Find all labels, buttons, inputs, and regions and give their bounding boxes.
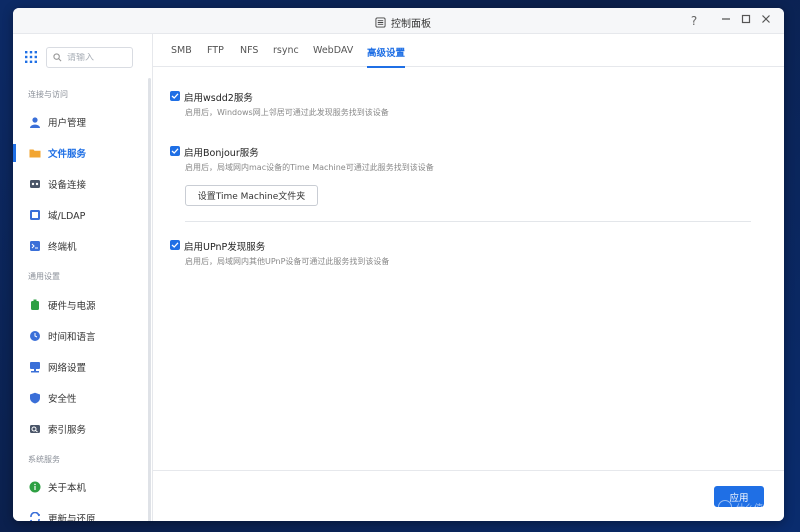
bonjour-description: 启用后，局域网内mac设备的Time Machine可通过此服务找到该设备	[185, 163, 434, 172]
sidebar-scrollbar[interactable]	[148, 78, 151, 521]
title-bar: 控制面板 ?	[13, 8, 784, 34]
tab-advanced[interactable]: 高级设置	[367, 45, 406, 68]
search-icon	[53, 53, 62, 62]
update-icon	[30, 512, 40, 521]
check-icon	[171, 148, 179, 154]
wsdd2-label: 启用wsdd2服务	[184, 93, 253, 104]
sidebar-item-label: 用户管理	[48, 118, 87, 129]
window-title: 控制面板	[375, 15, 431, 30]
footer: 应用	[153, 470, 784, 521]
sidebar-item-hardware[interactable]: 硬件与电源	[13, 291, 148, 319]
sidebar-item-label: 终端机	[48, 242, 77, 253]
sidebar-item-update[interactable]: 更新与还原	[13, 504, 148, 521]
control-panel-icon	[375, 17, 386, 28]
search-input[interactable]	[67, 52, 127, 63]
tab-rsync[interactable]: rsync	[273, 45, 299, 63]
check-icon	[171, 242, 179, 248]
tab-nfs[interactable]: NFS	[240, 45, 258, 63]
close-icon	[762, 15, 770, 23]
sidebar-item-label: 文件服务	[48, 149, 87, 160]
tab-bar: SMB FTP NFS rsync WebDAV 高级设置	[153, 34, 784, 68]
divider	[185, 221, 751, 222]
sidebar-item-users[interactable]: 用户管理	[13, 108, 148, 136]
sidebar: 连接与访问 用户管理 文件服务 设备连接 域/LDAP	[13, 34, 153, 521]
tab-smb[interactable]: SMB	[171, 45, 192, 63]
sidebar-item-ldap[interactable]: 域/LDAP	[13, 201, 148, 229]
upnp-description: 启用后，局域网内其他UPnP设备可通过此服务找到该设备	[185, 257, 390, 266]
sidebar-item-label: 安全性	[48, 394, 77, 405]
sidebar-item-label: 更新与还原	[48, 514, 96, 521]
sidebar-item-network[interactable]: 网络设置	[13, 353, 148, 381]
index-icon	[30, 425, 40, 433]
maximize-icon	[741, 14, 751, 24]
network-icon	[30, 362, 40, 373]
upnp-checkbox[interactable]	[170, 240, 180, 250]
section-connection: 连接与访问	[28, 90, 68, 99]
sidebar-item-label: 索引服务	[48, 425, 87, 436]
hardware-icon	[31, 299, 39, 310]
time-machine-folder-button[interactable]: 设置Time Machine文件夹	[185, 185, 318, 206]
upnp-label: 启用UPnP发现服务	[184, 242, 266, 253]
clock-icon	[30, 331, 40, 341]
sidebar-item-time[interactable]: 时间和语言	[13, 322, 148, 350]
window-title-text: 控制面板	[391, 19, 431, 30]
sidebar-search[interactable]	[46, 47, 133, 68]
user-icon	[30, 117, 40, 128]
section-general: 通用设置	[28, 272, 60, 281]
device-icon	[30, 180, 40, 188]
minimize-button[interactable]	[718, 13, 734, 29]
sidebar-item-label: 时间和语言	[48, 332, 96, 343]
sidebar-item-about[interactable]: 关于本机	[13, 473, 148, 501]
folder-icon	[29, 149, 41, 158]
help-button[interactable]: ?	[686, 13, 702, 29]
sidebar-item-label: 网络设置	[48, 363, 87, 374]
close-button[interactable]	[758, 13, 774, 29]
sidebar-item-label: 域/LDAP	[48, 211, 86, 222]
bonjour-checkbox[interactable]	[170, 146, 180, 156]
apps-grid-icon[interactable]	[25, 51, 37, 63]
sidebar-item-security[interactable]: 安全性	[13, 384, 148, 412]
wsdd2-description: 启用后，Windows网上邻居可通过此发现服务找到该设备	[185, 108, 389, 117]
info-icon	[29, 481, 41, 493]
wsdd2-checkbox[interactable]	[170, 91, 180, 101]
maximize-button[interactable]	[738, 13, 754, 29]
terminal-icon	[30, 241, 40, 251]
domain-icon	[30, 210, 40, 220]
tab-ftp[interactable]: FTP	[207, 45, 224, 63]
watermark: 什么值得买	[718, 500, 781, 514]
section-system: 系统服务	[28, 455, 60, 464]
sidebar-item-index[interactable]: 索引服务	[13, 415, 148, 443]
sidebar-item-label: 硬件与电源	[48, 301, 96, 312]
minimize-icon	[722, 18, 730, 20]
sidebar-item-label: 设备连接	[48, 180, 87, 191]
control-panel-window: 控制面板 ? 连接与访问	[13, 8, 784, 521]
tab-webdav[interactable]: WebDAV	[313, 45, 353, 63]
check-icon	[171, 93, 179, 99]
shield-icon	[30, 392, 40, 404]
bonjour-label: 启用Bonjour服务	[184, 148, 259, 159]
watermark-text: 什么值得买	[736, 503, 782, 514]
watermark-logo-icon	[718, 500, 732, 514]
sidebar-item-devices[interactable]: 设备连接	[13, 170, 148, 198]
sidebar-item-terminal[interactable]: 终端机	[13, 232, 148, 260]
sidebar-item-file-services[interactable]: 文件服务	[13, 139, 148, 167]
sidebar-item-label: 关于本机	[48, 483, 87, 494]
